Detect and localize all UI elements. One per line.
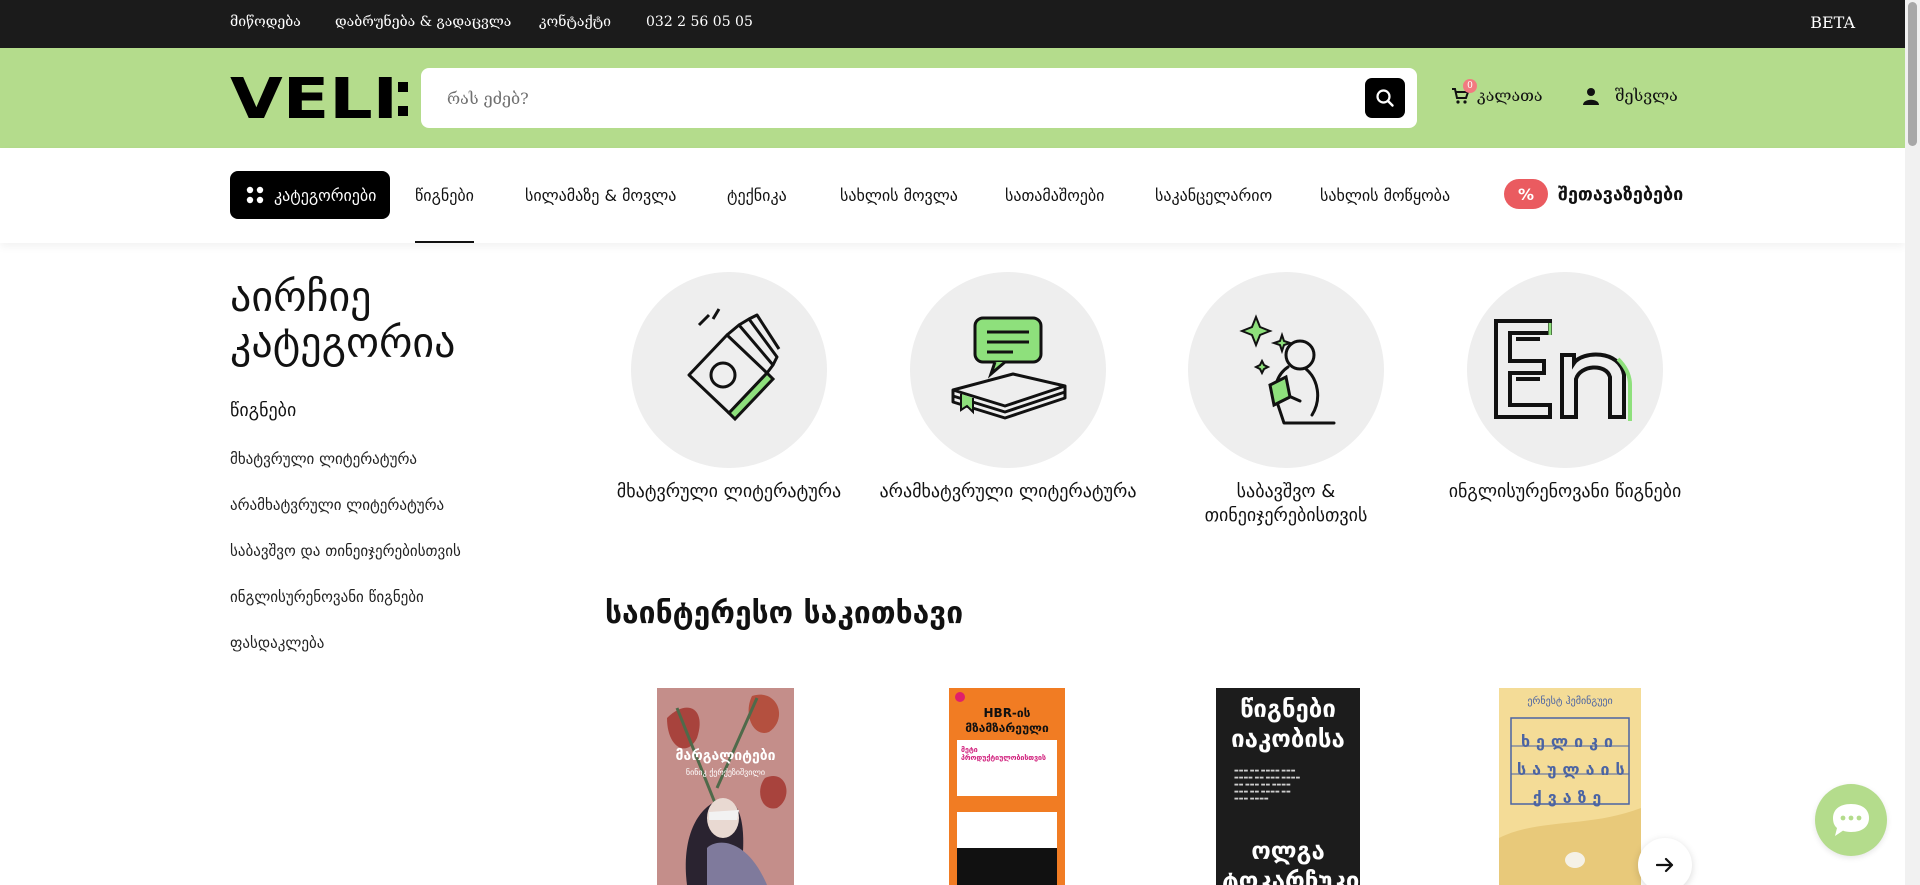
book-subtitle: მეტი პროდუქტიულობისთვის — [961, 746, 1046, 762]
arrow-right-icon — [1656, 857, 1674, 873]
category-circle — [631, 272, 827, 468]
category-card-fiction[interactable]: მხატვრული ლიტერატურა — [599, 272, 859, 504]
cart-count-badge: 0 — [1463, 78, 1477, 93]
nav-item-home-decor[interactable]: სახლის მოწყობა — [1320, 186, 1450, 205]
phone-link[interactable]: 032 2 56 05 05 — [646, 14, 753, 30]
categories-button-label: კატეგორიები — [274, 185, 377, 205]
returns-link[interactable]: დაბრუნება & გადაცვლა — [335, 14, 511, 30]
nav-item-home-care[interactable]: სახლის მოვლა — [840, 186, 958, 205]
chat-bubble-icon — [1833, 804, 1869, 836]
cart-label: კალათა — [1477, 86, 1543, 105]
book-author: ნინიკ ქერქეზიშვილი — [685, 768, 766, 777]
sidebar-link-fiction[interactable]: მხატვრული ლიტერატურა — [230, 450, 417, 468]
login-button[interactable]: შესვლა — [1583, 86, 1678, 105]
book-cover-1[interactable]: მარგალიტები ნინიკ ქერქეზიშვილი — [657, 688, 794, 885]
category-card-nonfiction[interactable]: არამხატვრული ლიტერატურა — [878, 272, 1138, 504]
book-author: ოლგა ტოკარჩუკი — [1222, 837, 1360, 885]
section-title: საინტერესო საკითხავი — [605, 596, 964, 631]
cart-icon: 0 — [1451, 78, 1477, 105]
child-reading-icon — [1239, 314, 1336, 425]
percent-badge: % — [1504, 179, 1548, 209]
nav-item-stationery[interactable]: საკანცელარიო — [1155, 186, 1272, 205]
book-author: ერნესტ ჰემინგუეი — [1527, 696, 1613, 707]
open-book-icon — [687, 308, 781, 422]
category-nav: კატეგორიები წიგნები სილამაზე & მოვლა ტექ… — [0, 148, 1905, 243]
beta-label: BETA — [1810, 13, 1855, 32]
nav-item-beauty[interactable]: სილამაზე & მოვლა — [525, 186, 676, 205]
category-label: მხატვრული ლიტერატურა — [616, 481, 842, 502]
sidebar-heading-books[interactable]: წიგნები — [230, 400, 296, 421]
top-bar: მიწოდება დაბრუნება & გადაცვლა კონტაქტი 0… — [0, 0, 1905, 48]
deals-label: შეთავაზებები — [1558, 183, 1684, 205]
book-speech-icon — [951, 316, 1067, 420]
veli-logo[interactable]: VELI — [230, 72, 408, 124]
category-circle — [1188, 272, 1384, 468]
categories-button[interactable]: კატეგორიები — [230, 171, 390, 219]
deals-link[interactable]: % შეთავაზებები — [1504, 179, 1683, 209]
nav-item-tech[interactable]: ტექნიკა — [727, 186, 787, 205]
sidebar-link-english[interactable]: ინგლისურენოვანი წიგნები — [230, 588, 424, 606]
book-cover-3[interactable]: წიგნები იაკობისა ▬▬▬ ▬▬ ▬▬▬▬ ▬▬▬ ▬▬▬▬ ▬▬… — [1216, 688, 1360, 885]
user-icon — [1583, 87, 1599, 105]
search-bar — [421, 68, 1417, 128]
category-label: საბავშვო & თინეიჯერებისთვის — [1204, 481, 1368, 526]
book-title: მარგალიტები — [675, 748, 776, 764]
sidebar-link-nonfiction[interactable]: არამხატვრული ლიტერატურა — [230, 496, 444, 514]
book-cover-4[interactable]: ერნესტ ჰემინგუეი ხელიკი საულაის ქვაზე — [1499, 688, 1641, 885]
category-circle — [910, 272, 1106, 468]
category-card-english[interactable]: ინგლისურენოვანი წიგნები — [1435, 272, 1695, 504]
book-title: ხელიკი საულაის ქვაზე — [1517, 732, 1631, 807]
sidebar-link-sale[interactable]: ფასდაკლება — [230, 634, 324, 652]
search-button[interactable] — [1365, 78, 1405, 118]
book-cover-2[interactable]: HBR-ის მზამზარეული მეტი პროდუქტიულობისთვ… — [949, 688, 1065, 885]
contact-link[interactable]: კონტაქტი — [539, 14, 611, 30]
search-input[interactable] — [447, 68, 1347, 128]
nav-item-toys[interactable]: სათამაშოები — [1005, 186, 1104, 205]
category-card-kids[interactable]: საბავშვო & თინეიჯერებისთვის — [1156, 272, 1416, 528]
nav-item-books[interactable]: წიგნები — [415, 186, 474, 243]
grid-icon — [246, 186, 264, 204]
cart-button[interactable]: 0 კალათა — [1451, 78, 1543, 105]
search-icon — [1376, 89, 1394, 107]
scrollbar-thumb[interactable] — [1908, 2, 1917, 146]
header: VELI 0 კალათა შესვლა — [0, 48, 1905, 148]
english-letters-icon — [1494, 319, 1632, 421]
category-label: არამხატვრული ლიტერატურა — [879, 481, 1137, 502]
chat-button[interactable] — [1815, 784, 1887, 856]
book-cover-art — [667, 694, 787, 885]
book-title: წიგნები იაკობისა — [1231, 695, 1345, 753]
carousel-next-button[interactable] — [1638, 838, 1692, 885]
sidebar-link-kids[interactable]: საბავშვო და თინეიჯერებისთვის — [230, 542, 461, 560]
svg-text:VELI: VELI — [230, 72, 398, 124]
category-label: ინგლისურენოვანი წიგნები — [1448, 481, 1682, 502]
category-circle — [1467, 272, 1663, 468]
book-title: HBR-ის მზამზარეული — [965, 706, 1049, 735]
delivery-link[interactable]: მიწოდება — [230, 14, 301, 30]
page-scrollbar[interactable] — [1905, 0, 1920, 885]
login-label: შესვლა — [1615, 86, 1678, 105]
sidebar-title: აირჩიე კატეგორია — [230, 272, 456, 367]
